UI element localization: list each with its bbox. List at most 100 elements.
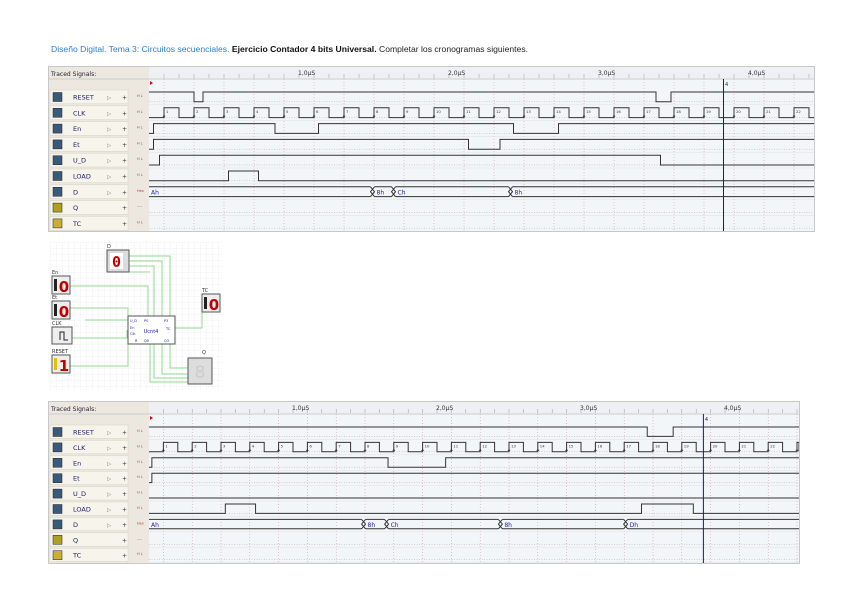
expand-icon[interactable]: + (122, 189, 127, 196)
clock-edge-label: 8 (376, 109, 379, 114)
signal-name: Et (73, 475, 80, 483)
expand-icon[interactable]: + (122, 460, 127, 467)
signal-row-et[interactable]: Et ▷ + H L (49, 137, 814, 153)
input-icon (52, 123, 63, 134)
signal-row-d[interactable]: D ▷ + Hex Ah 8h Ch 8h (49, 184, 814, 200)
d-display-value: 0 (112, 253, 121, 271)
expand-icon[interactable]: + (122, 110, 127, 117)
expand-icon[interactable]: + (122, 507, 127, 514)
expand-icon[interactable]: + (122, 537, 127, 544)
waveform-load (149, 170, 814, 182)
input-icon (52, 155, 63, 165)
traced-signals-header: Traced Signals: (50, 71, 96, 78)
clock-edge-label: 11 (466, 109, 471, 114)
ruler-label: 1,0µS (292, 405, 309, 412)
scale-label: H L (137, 429, 143, 433)
signal-row-en[interactable]: En ▷ + H L (49, 455, 799, 471)
bus-value: Ah (151, 190, 159, 197)
output-icon (52, 218, 63, 229)
switch-en-label: En (52, 270, 58, 276)
counter-name: Ucnt4 (144, 329, 159, 335)
signal-row-q[interactable]: Q + ---- (49, 532, 799, 548)
expand-icon[interactable]: + (122, 553, 127, 560)
expand-icon[interactable]: + (122, 491, 127, 498)
expand-icon[interactable]: + (122, 126, 127, 133)
scale-label: Hex (137, 521, 144, 525)
expand-icon[interactable]: + (122, 174, 127, 181)
expand-icon[interactable]: + (122, 95, 127, 102)
clock-edge-label: 7 (338, 443, 341, 448)
signal-row-load[interactable]: LOAD ▷ + H L (49, 501, 799, 517)
switch-reset[interactable]: RESET 1 (51, 349, 71, 375)
signal-row-clk[interactable]: CLK ▷ + H L 1 2 3 4 5 6 7 8 9 10 11 12 13 14 15 16 17 18 19 20 2… (49, 105, 814, 121)
signal-row-load[interactable]: LOAD ▷ + H L (49, 168, 814, 185)
title-instruction: Completar los cronogramas siguientes. (378, 44, 529, 54)
signal-name: TC (72, 220, 82, 228)
clock-edge-label: 5 (281, 443, 284, 448)
clock-edge-label: 3 (226, 109, 229, 114)
signal-row-reset[interactable]: RESET ▷ + H L (49, 89, 814, 106)
signal-row-d[interactable]: D ▷ + Hex Ah 8h Ch 8h Dh (49, 517, 799, 533)
scale-label: H L (137, 220, 143, 224)
timing-diagram-2[interactable]: Traced Signals: 1,0µS 2,0µS 3,0µS 4,0µS RESET… (48, 401, 800, 564)
signal-row-tc[interactable]: TC + H L (49, 216, 814, 231)
title-course: Diseño Digital. Tema 3: Circuitos secuen… (51, 44, 230, 54)
expand-icon[interactable]: + (122, 142, 127, 149)
scale-label: H L (137, 552, 143, 556)
clock-source-label: CLK (52, 321, 62, 327)
clock-edge-label: 17 (626, 443, 631, 448)
tc-value: 0 (209, 296, 219, 314)
bus-icon (52, 519, 63, 530)
signal-row-et[interactable]: Et ▷ + H L (49, 470, 799, 486)
scale-label: H L (137, 460, 143, 464)
pin-q3: Q3 (164, 339, 169, 343)
signal-row-en[interactable]: En ▷ + H L (49, 121, 814, 137)
cursor-label: 4 (725, 82, 728, 88)
expand-icon[interactable]: + (122, 522, 127, 529)
expand-icon[interactable]: + (122, 158, 127, 165)
expand-icon[interactable]: + (122, 476, 127, 483)
cursor-label: 4 (705, 417, 708, 423)
signal-row-q[interactable]: Q + ---- (49, 200, 814, 216)
start-marker-icon (150, 416, 153, 420)
clock-edge-label: 9 (396, 443, 399, 448)
scale-label: H L (137, 491, 143, 495)
bus-value: Dh (630, 522, 639, 529)
signal-name: RESET (73, 94, 94, 102)
clock-edge-label: 1 (166, 109, 169, 114)
clock-edge-label: 18 (655, 443, 660, 448)
expand-icon[interactable]: + (122, 445, 127, 452)
scale-label: ---- (137, 537, 143, 541)
bus-value: 8h (504, 522, 512, 529)
ruler-label: 3,0µS (580, 405, 597, 412)
bus-segment (390, 186, 509, 198)
clock-edge-label: 8 (367, 443, 370, 448)
expand-icon[interactable]: + (122, 205, 127, 212)
waveform-en (149, 457, 799, 468)
clock-edge-label: 5 (286, 109, 289, 114)
expand-icon[interactable]: + (122, 430, 127, 437)
bus-segment (622, 518, 799, 530)
clock-edge-label: 4 (252, 443, 255, 448)
chart-svg: Traced Signals: 1,0µS 2,0µS 3,0µS 4,0µS RESET… (49, 402, 799, 563)
ruler-label: 3,0µS (598, 70, 615, 77)
clock-edge-label: 15 (586, 109, 591, 114)
expand-icon[interactable]: + (122, 221, 127, 228)
clock-edge-label: 18 (676, 109, 681, 114)
clock-edge-label: 6 (316, 109, 319, 114)
tc-label: TC (201, 288, 209, 294)
clock-edge-label: 21 (766, 109, 771, 114)
traced-signals-header: Traced Signals: (50, 406, 96, 413)
start-marker-icon (150, 81, 153, 85)
timing-diagram-1[interactable]: Traced Signals: 1,0µS 2,0µS 3,0µS 4,0µS RESET… (48, 66, 815, 232)
signal-row-u_d[interactable]: U_D ▷ + H L (49, 486, 799, 502)
input-icon (52, 488, 63, 499)
clock-icon (52, 108, 63, 118)
signal-row-u_d[interactable]: U_D ▷ + H L (49, 152, 814, 169)
signal-row-clk[interactable]: CLK ▷ + H L 1 2 3 4 5 6 7 8 9 10 11 12 13 14 15 16 17 18 19 20 2… (49, 440, 799, 456)
signal-row-reset[interactable]: RESET ▷ + H L (49, 424, 799, 440)
signal-name: LOAD (73, 173, 91, 181)
clock-edge-label: 2 (194, 443, 197, 448)
signal-row-tc[interactable]: TC + H L (49, 547, 799, 563)
switch-reset-label: RESET (52, 349, 69, 355)
